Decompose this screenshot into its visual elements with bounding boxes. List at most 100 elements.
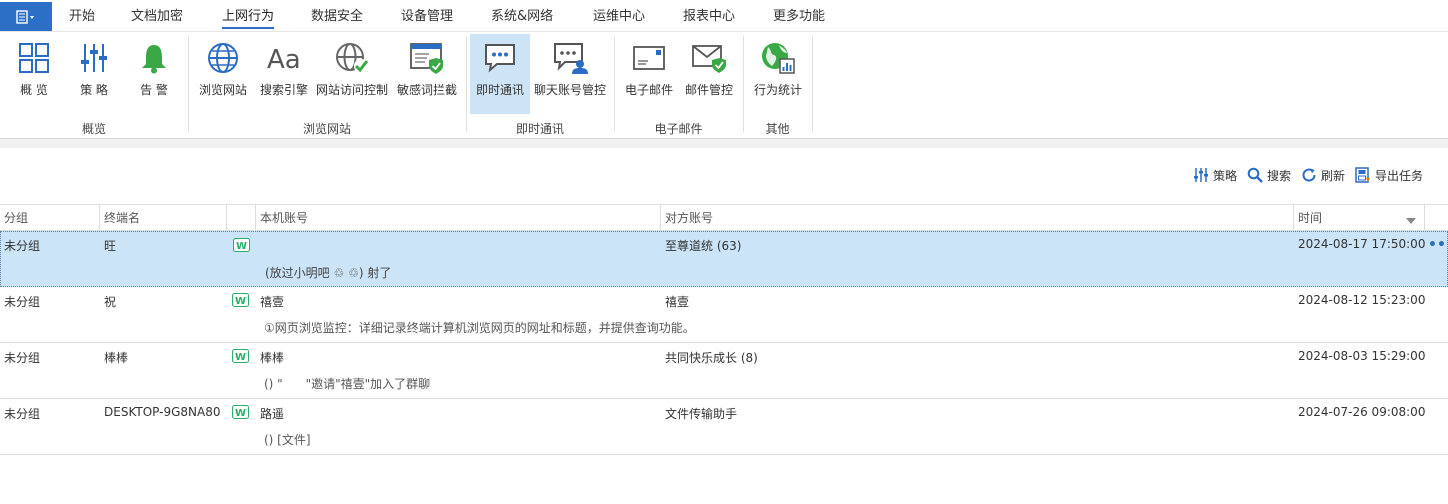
group-label-browse: 浏览网站	[302, 122, 351, 136]
table-row[interactable]: 未分组 旺 W 至尊道统 (63) 2024-08-17 17:50:00 ••…	[0, 231, 1448, 287]
refresh-tool-button[interactable]: 刷新	[1300, 165, 1345, 185]
chat-account-control-button-label: 聊天账号管控	[533, 83, 606, 97]
column-header-local-account[interactable]: 本机账号	[256, 205, 660, 231]
chat-account-control-button[interactable]: 聊天账号管控	[532, 34, 608, 114]
search-tool-label: 搜索	[1267, 168, 1292, 183]
row-terminal: DESKTOP-9G8NA80	[104, 405, 221, 419]
wechat-icon: W	[232, 405, 249, 419]
globe-check-icon	[332, 38, 372, 78]
search-engine-button[interactable]: Aa 搜索引擎	[257, 34, 311, 114]
search-icon	[1246, 166, 1264, 184]
policy-button-label: 策 略	[80, 83, 108, 97]
export-tool-button[interactable]: 导出任务	[1354, 165, 1423, 185]
svg-text:W: W	[235, 296, 246, 307]
table-row[interactable]: 未分组 DESKTOP-9G8NA80 W 路遥 文件传输助手 2024-07-…	[0, 399, 1448, 455]
group-separator	[743, 36, 744, 132]
group-label-overview: 概览	[81, 122, 106, 136]
column-header-group[interactable]: 分组	[0, 205, 100, 231]
svg-text:W: W	[236, 241, 247, 252]
policy-tool-button[interactable]: 策略	[1192, 165, 1237, 185]
column-header-time[interactable]: 时间	[1294, 205, 1424, 231]
app-menu-button[interactable]	[0, 2, 52, 31]
svg-text:Aa: Aa	[267, 45, 301, 75]
row-message: () [文件]	[264, 433, 311, 447]
row-group: 未分组	[4, 407, 41, 421]
refresh-icon	[1300, 166, 1318, 184]
row-terminal: 旺	[104, 239, 117, 253]
column-header-terminal[interactable]: 终端名	[100, 205, 226, 231]
row-group: 未分组	[4, 295, 41, 309]
svg-text:W: W	[235, 408, 246, 419]
row-peer-account: 共同快乐成长 (8)	[665, 351, 758, 365]
row-peer-account: 禧壹	[665, 295, 690, 309]
app-menu-icon	[16, 9, 34, 24]
group-separator	[188, 36, 189, 132]
site-access-control-button-label: 网站访问控制	[315, 83, 388, 97]
behavior-statistics-button-label: 行为统计	[753, 83, 802, 97]
group-label-im: 即时通讯	[515, 122, 564, 136]
row-time: 2024-08-12 15:23:00	[1298, 293, 1426, 307]
browse-sites-button-label: 浏览网站	[198, 83, 247, 97]
menu-doc-encrypt[interactable]: 文档加密	[131, 0, 183, 32]
site-access-control-button[interactable]: 网站访问控制	[314, 34, 390, 114]
row-terminal: 祝	[104, 295, 117, 309]
menu-report-center[interactable]: 报表中心	[683, 0, 735, 32]
menu-internet-behavior[interactable]: 上网行为	[222, 0, 275, 32]
row-group: 未分组	[4, 239, 41, 253]
menu-system-network[interactable]: 系统&网络	[491, 0, 553, 32]
menu-data-security[interactable]: 数据安全	[311, 0, 363, 32]
search-tool-button[interactable]: 搜索	[1246, 165, 1291, 185]
email-button[interactable]: 电子邮件	[621, 34, 677, 114]
wechat-icon: W	[232, 349, 249, 363]
globe-stats-icon	[758, 38, 798, 78]
behavior-statistics-button[interactable]: 行为统计	[750, 34, 806, 114]
table-row[interactable]: 未分组 祝 W 禧壹 禧壹 2024-08-12 15:23:00 ①网页浏览监…	[0, 287, 1448, 343]
ribbon: 概 览 策 略 告 警 浏览网站 Aa 搜索引擎 网站访问控制 敏感词拦截 即时…	[0, 32, 1448, 139]
menu-ops-center[interactable]: 运维中心	[593, 0, 645, 32]
sort-down-icon[interactable]	[1406, 214, 1416, 228]
sensitive-word-block-button-label: 敏感词拦截	[396, 83, 457, 97]
grid-icon	[14, 38, 54, 78]
svg-text:W: W	[235, 352, 246, 363]
group-separator	[812, 36, 813, 132]
more-options-icon[interactable]: •••	[1428, 237, 1448, 253]
row-local-account: 路遥	[260, 407, 285, 421]
row-time: 2024-08-17 17:50:00	[1298, 237, 1426, 251]
email-control-button[interactable]: 邮件管控	[681, 34, 737, 114]
font-aa-icon: Aa	[264, 38, 304, 78]
browse-sites-button[interactable]: 浏览网站	[196, 34, 250, 114]
table-header: 分组 终端名 本机账号 对方账号 时间	[0, 204, 1448, 231]
menu-device-management[interactable]: 设备管理	[401, 0, 453, 32]
policy-button[interactable]: 策 略	[72, 34, 116, 114]
policy-tool-label: 策略	[1213, 168, 1238, 183]
row-group: 未分组	[4, 351, 41, 365]
envelope-icon	[629, 38, 669, 78]
alert-button[interactable]: 告 警	[132, 34, 176, 114]
row-time: 2024-07-26 09:08:00	[1298, 405, 1426, 419]
sliders-icon	[74, 38, 114, 78]
alert-button-label: 告 警	[140, 83, 168, 97]
browser-shield-icon	[407, 38, 447, 78]
overview-button[interactable]: 概 览	[12, 34, 56, 114]
globe-icon	[203, 38, 243, 78]
menu-more-features[interactable]: 更多功能	[773, 0, 825, 32]
export-icon	[1354, 166, 1372, 184]
column-separator[interactable]	[226, 205, 227, 231]
refresh-tool-label: 刷新	[1321, 168, 1346, 183]
row-message: (放过小明吧 ♲ ♲) 射了	[265, 266, 392, 280]
group-separator	[614, 36, 615, 132]
column-separator[interactable]	[1424, 205, 1425, 231]
wechat-icon: W	[233, 238, 250, 252]
table-row[interactable]: 未分组 棒棒 W 棒棒 共同快乐成长 (8) 2024-08-03 15:29:…	[0, 343, 1448, 399]
group-label-email: 电子邮件	[654, 122, 703, 136]
menu-start[interactable]: 开始	[69, 0, 95, 32]
email-control-button-label: 邮件管控	[684, 83, 733, 97]
instant-messaging-button[interactable]: 即时通讯	[470, 34, 530, 114]
column-header-peer-account[interactable]: 对方账号	[661, 205, 1293, 231]
overview-button-label: 概 览	[20, 83, 48, 97]
row-peer-account: 文件传输助手	[665, 407, 738, 421]
instant-messaging-button-label: 即时通讯	[475, 83, 524, 97]
sensitive-word-block-button[interactable]: 敏感词拦截	[395, 34, 459, 114]
chat-bubble-icon	[480, 38, 520, 78]
email-button-label: 电子邮件	[624, 83, 673, 97]
